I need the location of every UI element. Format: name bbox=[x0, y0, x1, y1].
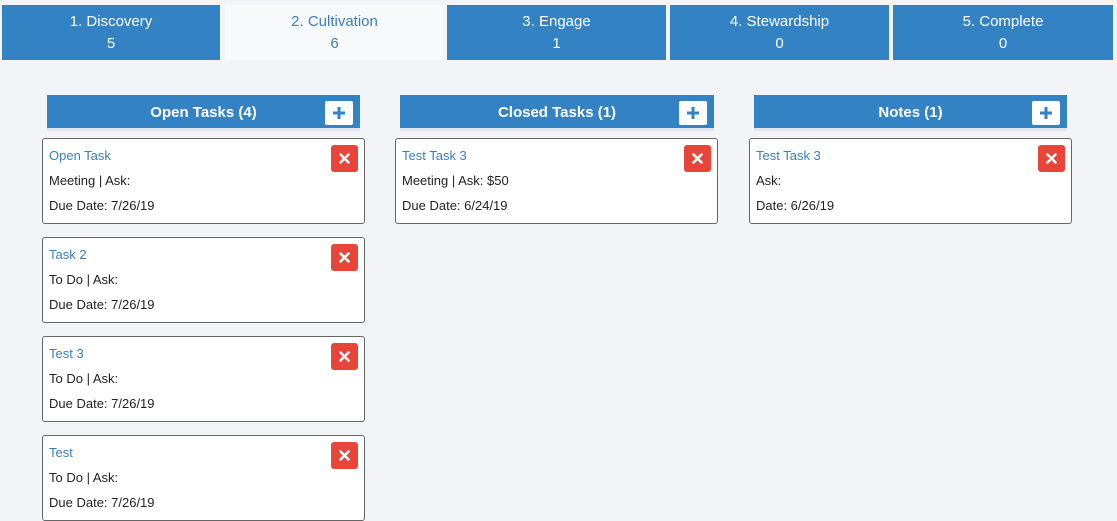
close-icon bbox=[339, 153, 350, 164]
open-task-card: Test To Do | Ask: Due Date: 7/26/19 bbox=[42, 435, 365, 521]
task-title-link[interactable]: Test bbox=[49, 445, 73, 460]
close-icon bbox=[692, 153, 703, 164]
task-due-date: Due Date: 7/26/19 bbox=[49, 297, 155, 312]
plus-icon bbox=[333, 107, 345, 119]
delete-note-button[interactable] bbox=[1038, 145, 1065, 172]
delete-task-button[interactable] bbox=[331, 343, 358, 370]
note-date: Date: 6/26/19 bbox=[756, 198, 835, 213]
note-card: Test Task 3 Ask: Date: 6/26/19 bbox=[749, 138, 1072, 224]
notes-title: Notes (1) bbox=[878, 104, 943, 121]
tab-label: 2. Cultivation bbox=[291, 13, 378, 30]
tab-cultivation[interactable]: 2. Cultivation 6 bbox=[225, 5, 444, 60]
stage-tabs: 1. Discovery 5 2. Cultivation 6 3. Engag… bbox=[0, 0, 1117, 60]
closed-task-card: Test Task 3 Meeting | Ask: $50 Due Date:… bbox=[395, 138, 718, 224]
task-type-ask: To Do | Ask: bbox=[49, 470, 119, 485]
tab-complete[interactable]: 5. Complete 0 bbox=[893, 5, 1113, 60]
task-due-date: Due Date: 7/26/19 bbox=[49, 396, 155, 411]
task-type-ask: To Do | Ask: bbox=[49, 371, 119, 386]
plus-icon bbox=[1040, 107, 1052, 119]
add-open-task-button[interactable] bbox=[325, 101, 353, 125]
task-title-link[interactable]: Open Task bbox=[49, 148, 111, 163]
task-title-link[interactable]: Test 3 bbox=[49, 346, 84, 361]
tab-label: 5. Complete bbox=[962, 13, 1044, 30]
task-type-ask: Meeting | Ask: $50 bbox=[402, 173, 509, 188]
tab-engage[interactable]: 3. Engage 1 bbox=[447, 5, 666, 60]
closed-tasks-title: Closed Tasks (1) bbox=[497, 104, 617, 121]
tab-label: 3. Engage bbox=[522, 13, 591, 30]
open-task-card: Open Task Meeting | Ask: Due Date: 7/26/… bbox=[42, 138, 365, 224]
add-closed-task-button[interactable] bbox=[679, 101, 707, 125]
tab-label: 4. Stewardship bbox=[729, 13, 830, 30]
open-task-card: Test 3 To Do | Ask: Due Date: 7/26/19 bbox=[42, 336, 365, 422]
tab-discovery[interactable]: 1. Discovery 5 bbox=[2, 5, 220, 60]
tab-stewardship[interactable]: 4. Stewardship 0 bbox=[670, 5, 889, 60]
task-type-ask: Meeting | Ask: bbox=[49, 173, 131, 188]
task-type-ask: To Do | Ask: bbox=[49, 272, 119, 287]
plus-icon bbox=[687, 107, 699, 119]
open-task-card: Task 2 To Do | Ask: Due Date: 7/26/19 bbox=[42, 237, 365, 323]
delete-task-button[interactable] bbox=[684, 145, 711, 172]
tab-count: 0 bbox=[998, 35, 1008, 52]
task-title-link[interactable]: Test Task 3 bbox=[402, 148, 467, 163]
delete-task-button[interactable] bbox=[331, 442, 358, 469]
close-icon bbox=[339, 450, 350, 461]
tab-count: 1 bbox=[552, 35, 561, 52]
closed-tasks-header: Closed Tasks (1) bbox=[400, 95, 714, 131]
note-title-link[interactable]: Test Task 3 bbox=[756, 148, 821, 163]
tab-count: 0 bbox=[775, 35, 784, 52]
open-tasks-title: Open Tasks (4) bbox=[150, 104, 257, 121]
close-icon bbox=[1046, 153, 1057, 164]
note-ask: Ask: bbox=[756, 173, 782, 188]
delete-task-button[interactable] bbox=[331, 145, 358, 172]
close-icon bbox=[339, 351, 350, 362]
task-title-link[interactable]: Task 2 bbox=[49, 247, 87, 262]
task-due-date: Due Date: 7/26/19 bbox=[49, 198, 155, 213]
task-due-date: Due Date: 6/24/19 bbox=[402, 198, 508, 213]
close-icon bbox=[339, 252, 350, 263]
tab-label: 1. Discovery bbox=[69, 13, 153, 30]
open-tasks-header: Open Tasks (4) bbox=[47, 95, 360, 131]
task-due-date: Due Date: 7/26/19 bbox=[49, 495, 155, 510]
notes-header: Notes (1) bbox=[754, 95, 1067, 131]
tab-count: 5 bbox=[106, 35, 116, 52]
delete-task-button[interactable] bbox=[331, 244, 358, 271]
tab-count: 6 bbox=[330, 35, 339, 52]
add-note-button[interactable] bbox=[1032, 101, 1060, 125]
